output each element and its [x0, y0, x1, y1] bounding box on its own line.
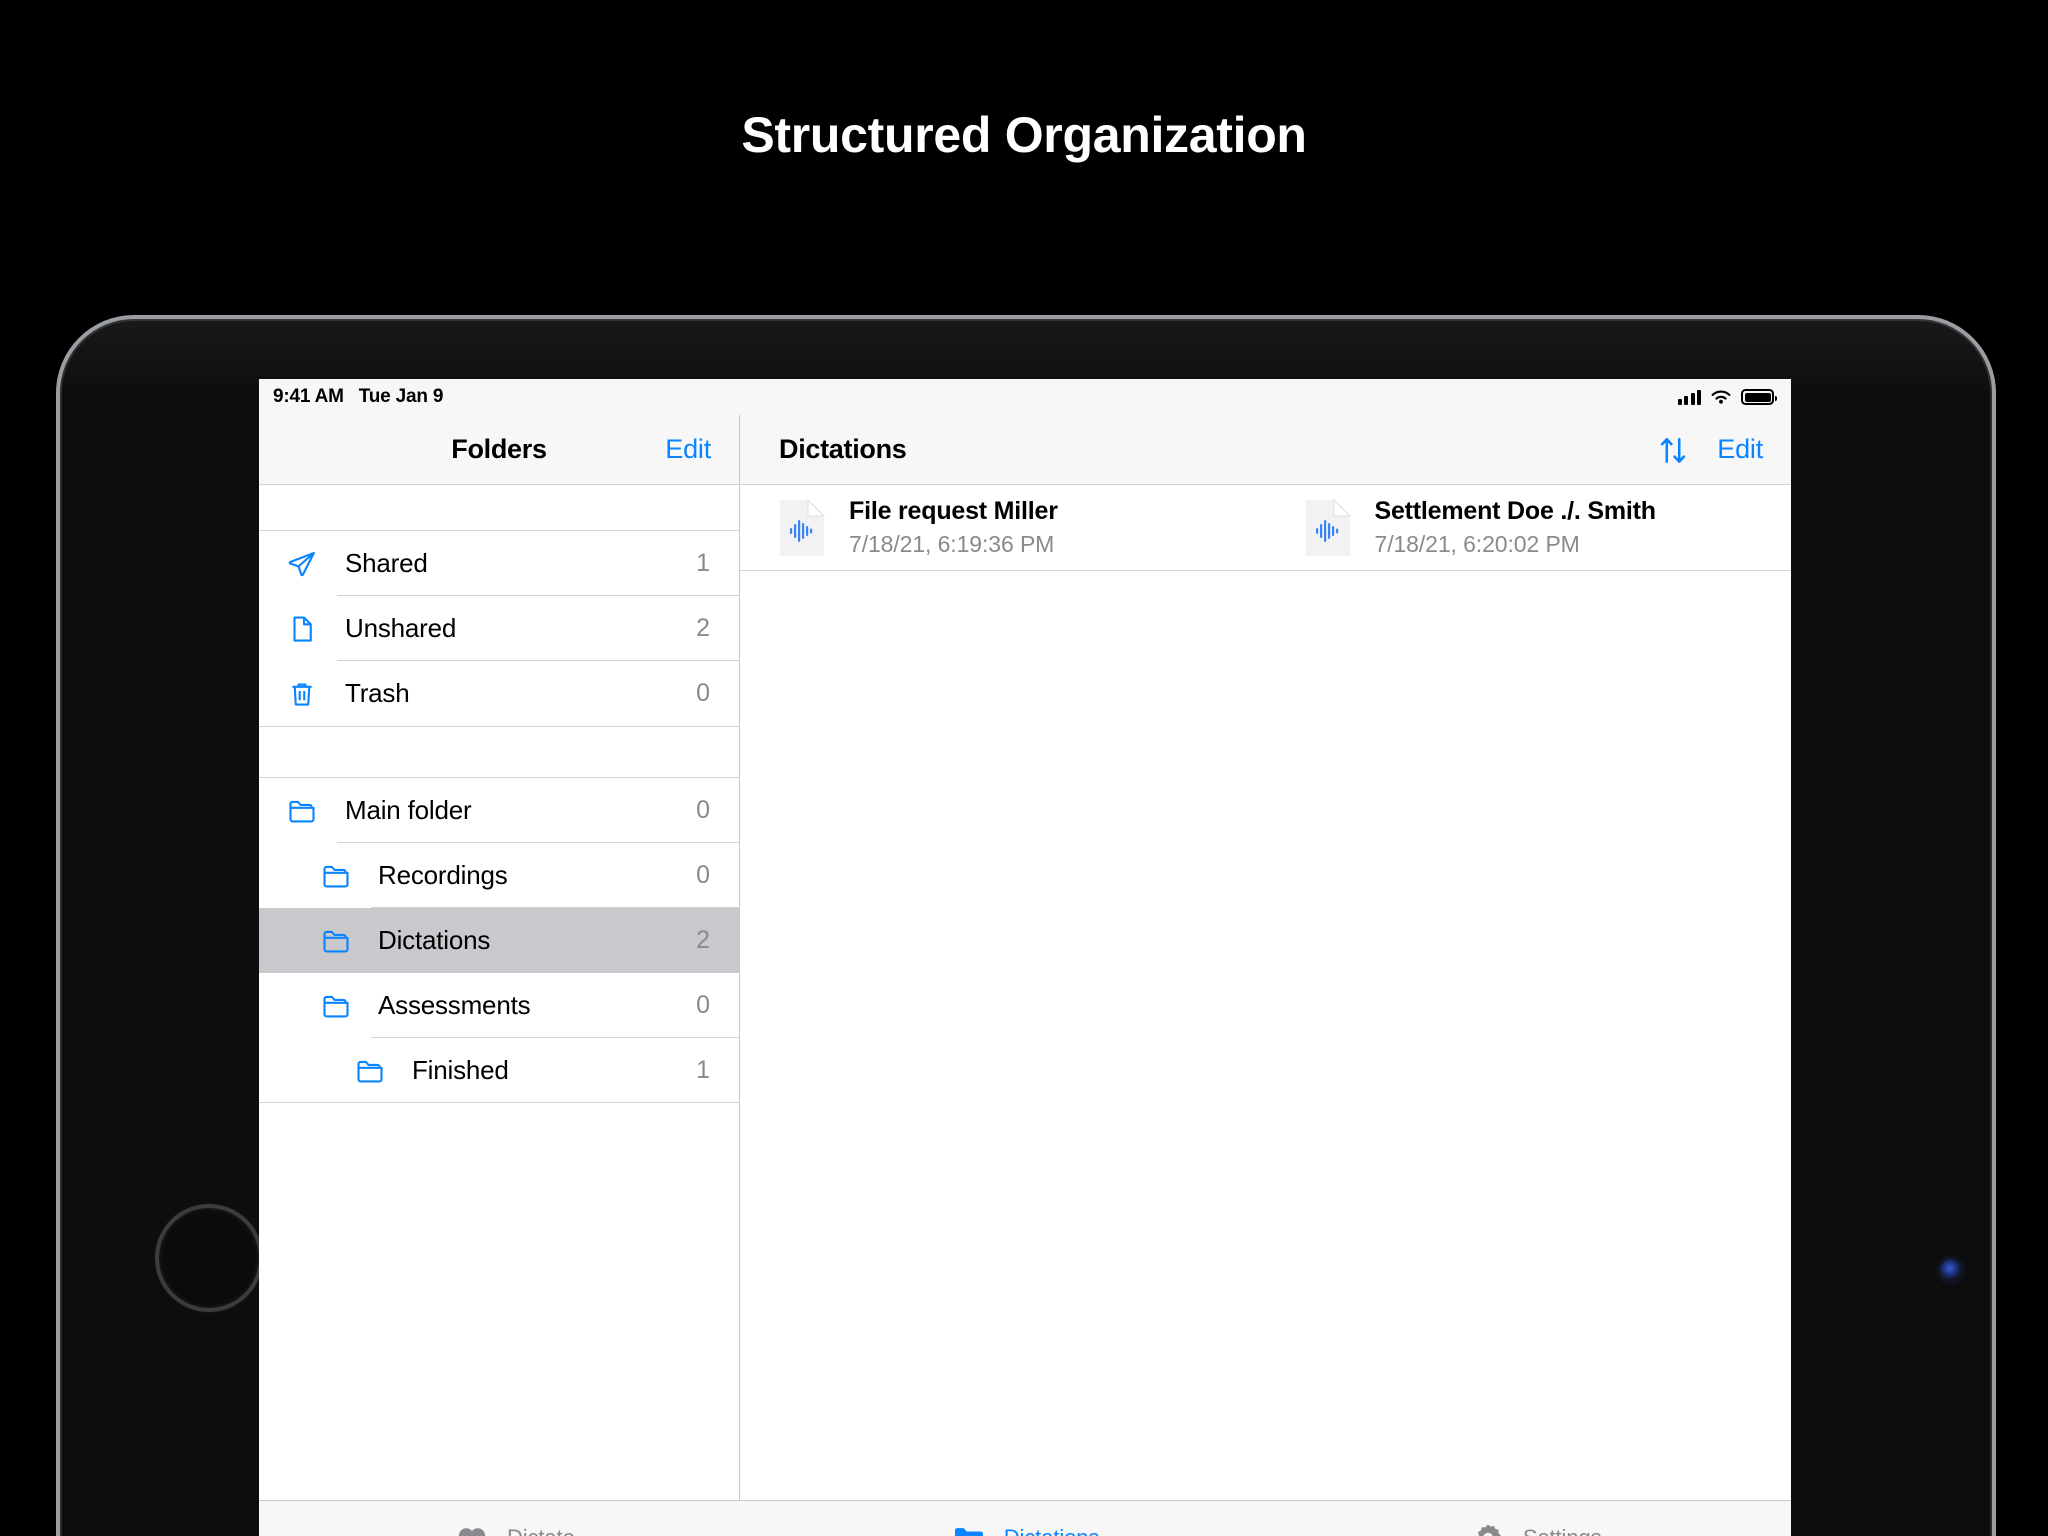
gear-icon — [1477, 1524, 1501, 1536]
dictation-list[interactable]: File request Miller 7/18/21, 6:19:36 PM — [740, 485, 1791, 1500]
detail-pane: Dictations Edit File request Miller 7/18… — [740, 415, 1791, 1500]
sidebar-item-count: 2 — [696, 926, 710, 954]
sidebar-item-label: Trash — [345, 678, 410, 708]
sidebar-item-label: Assessments — [378, 990, 531, 1020]
tablet-device-frame: 9:41 AM Tue Jan 9 Folders Edit Shared 1 … — [56, 315, 1996, 1536]
folder-icon — [355, 1056, 385, 1086]
tab-label: Dictate — [507, 1525, 575, 1536]
list-item-date: 7/18/21, 6:20:02 PM — [1374, 531, 1580, 557]
paper-plane-icon — [287, 549, 317, 579]
list-item-text: Settlement Doe ./. Smith 7/18/21, 6:20:0… — [1374, 497, 1657, 558]
sidebar-item-trash[interactable]: Trash 0 — [259, 661, 739, 726]
sidebar-item-label: Shared — [345, 548, 428, 578]
status-time: 9:41 AM — [273, 386, 344, 407]
folder-icon — [287, 796, 317, 826]
document-icon — [287, 614, 317, 644]
tab-label: Settings — [1523, 1525, 1602, 1536]
status-bar-right — [1677, 389, 1777, 406]
detail-navbar: Dictations Edit — [740, 415, 1791, 485]
sidebar-item-count: 0 — [696, 991, 710, 1019]
audio-file-icon — [780, 498, 826, 556]
list-top-gap — [259, 485, 739, 531]
page-title: Structured Organization — [741, 107, 1307, 163]
status-date: Tue Jan 9 — [358, 386, 444, 407]
list-item-text: File request Miller 7/18/21, 6:19:36 PM — [849, 497, 1058, 558]
list-item-date: 7/18/21, 6:19:36 PM — [849, 531, 1055, 557]
sidebar-item-count: 0 — [696, 679, 710, 707]
sidebar-item-label: Dictations — [378, 925, 491, 955]
tab-settings[interactable]: Settings — [1280, 1520, 1791, 1536]
list-section-spacer — [259, 726, 739, 778]
sidebar-item-label: Recordings — [378, 860, 508, 890]
list-item-title: File request Miller — [849, 497, 1058, 525]
tab-dictate[interactable]: Dictate — [259, 1520, 770, 1536]
sidebar-item-unshared[interactable]: Unshared 2 — [259, 596, 739, 661]
battery-icon — [1741, 389, 1777, 405]
folder-icon — [321, 991, 351, 1021]
front-camera-icon — [1940, 1259, 1962, 1281]
home-button[interactable] — [155, 1204, 263, 1312]
sidebar-navbar: Folders Edit — [259, 415, 739, 485]
sidebar-item-main-folder[interactable]: Main folder 0 — [259, 778, 739, 843]
detail-edit-button[interactable]: Edit — [1717, 434, 1763, 465]
sidebar-edit-button[interactable]: Edit — [665, 434, 711, 465]
sidebar-item-count: 1 — [696, 1056, 710, 1084]
dictate-icon — [458, 1527, 486, 1536]
folder-icon — [321, 926, 351, 956]
sidebar-item-dictations[interactable]: Dictations 2 — [259, 908, 739, 973]
sidebar-item-shared[interactable]: Shared 1 — [259, 531, 739, 596]
trash-icon — [287, 679, 317, 709]
list-item[interactable]: Settlement Doe ./. Smith 7/18/21, 6:20:0… — [1265, 485, 1791, 571]
signal-bars-icon — [1677, 389, 1701, 405]
sidebar-pane: Folders Edit Shared 1 Unshared 2 Trash 0… — [259, 415, 740, 1500]
sidebar-item-count: 2 — [696, 614, 710, 642]
tab-bar: Dictate Dictations Settings — [259, 1500, 1791, 1536]
split-view: Folders Edit Shared 1 Unshared 2 Trash 0… — [259, 415, 1791, 1500]
audio-file-icon — [1305, 498, 1351, 556]
sidebar-item-count: 1 — [696, 549, 710, 577]
tab-label: Dictations — [1004, 1525, 1100, 1536]
sidebar-item-label: Main folder — [345, 795, 472, 825]
folder-list[interactable]: Shared 1 Unshared 2 Trash 0 Main folder … — [259, 485, 739, 1500]
list-item[interactable]: File request Miller 7/18/21, 6:19:36 PM — [740, 485, 1266, 571]
tab-dictations[interactable]: Dictations — [770, 1520, 1281, 1536]
sort-arrows-icon[interactable] — [1656, 433, 1690, 467]
screenshot-root: Structured Organization 9:41 AM Tue Jan … — [0, 0, 2048, 1536]
status-bar: 9:41 AM Tue Jan 9 — [259, 379, 1791, 415]
sidebar-item-finished[interactable]: Finished 1 — [259, 1038, 739, 1103]
sidebar-item-count: 0 — [696, 861, 710, 889]
dictation-row: File request Miller 7/18/21, 6:19:36 PM — [740, 485, 1791, 571]
sidebar-nav-actions: Edit — [665, 434, 739, 465]
list-item-title: Settlement Doe ./. Smith — [1374, 497, 1657, 525]
folder-icon — [321, 861, 351, 891]
sidebar-item-recordings[interactable]: Recordings 0 — [259, 843, 739, 908]
folder-filled-icon — [954, 1527, 983, 1536]
sidebar-item-count: 0 — [696, 796, 710, 824]
detail-title: Dictations — [779, 434, 907, 464]
status-bar-left: 9:41 AM Tue Jan 9 — [273, 386, 443, 408]
detail-nav-actions: Edit — [1656, 433, 1791, 467]
sidebar-item-label: Unshared — [345, 613, 457, 643]
device-screen: 9:41 AM Tue Jan 9 Folders Edit Shared 1 … — [259, 379, 1791, 1536]
sidebar-item-assessments[interactable]: Assessments 0 — [259, 973, 739, 1038]
wifi-icon — [1711, 390, 1731, 404]
sidebar-item-label: Finished — [412, 1055, 509, 1085]
